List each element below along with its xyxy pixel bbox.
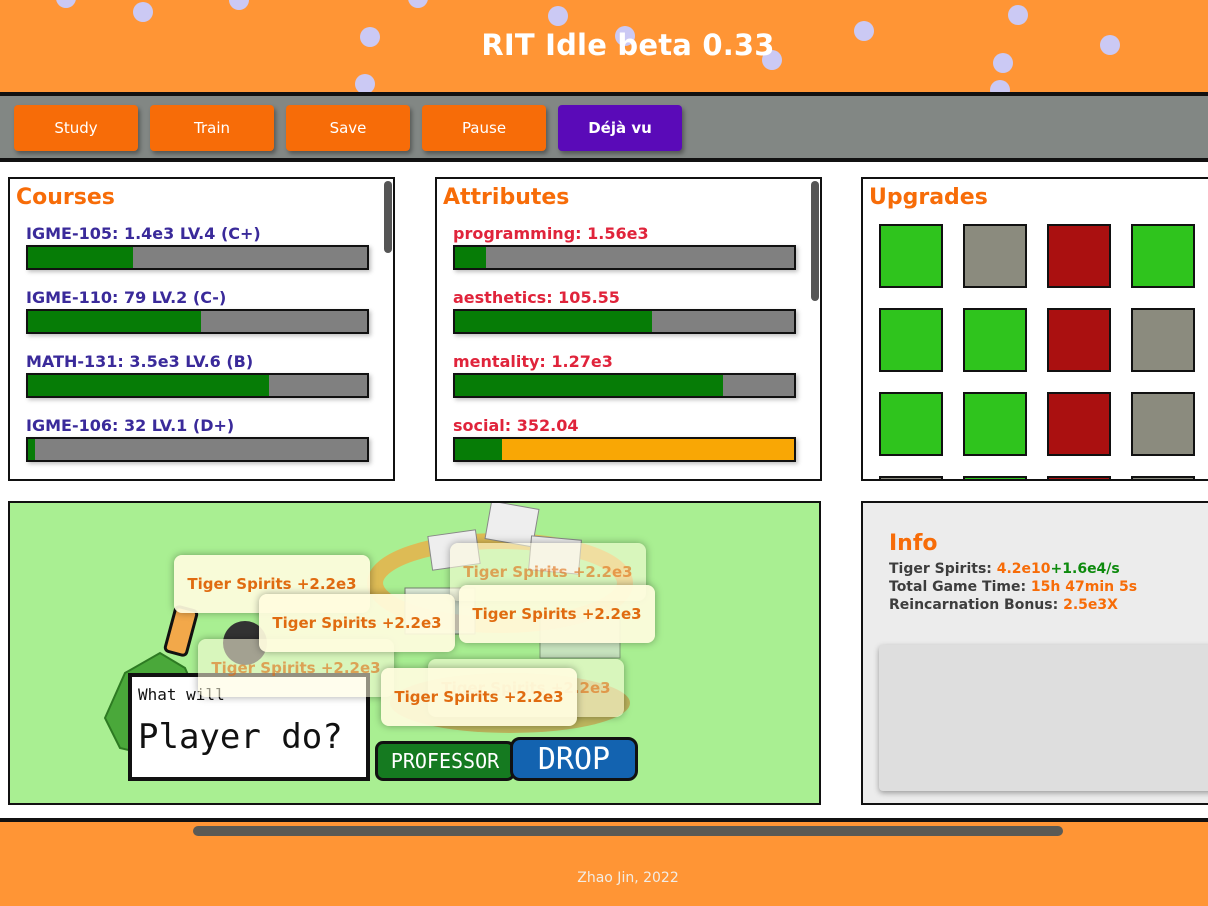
- progress-fill: [28, 375, 269, 396]
- reward-popup: Tiger Spirits +2.2e3: [381, 668, 577, 726]
- tiger-spirits-line: Tiger Spirits: 4.2e10+1.6e4/s: [889, 561, 1120, 577]
- decor-dot: [990, 80, 1010, 92]
- attributes-scrollbar[interactable]: [811, 181, 819, 301]
- upgrade-slot[interactable]: [963, 476, 1027, 479]
- upgrade-slot[interactable]: [1131, 476, 1195, 479]
- attribute-progress-bar: [453, 437, 796, 462]
- tiger-spirits-rate: +1.6e4/s: [1050, 561, 1120, 577]
- progress-fill: [455, 247, 486, 268]
- game-area[interactable]: What will Player do? PROFESSOR DROP Tige…: [8, 501, 821, 805]
- reincarnation-value: 2.5e3X: [1063, 597, 1118, 613]
- decor-dot: [408, 0, 428, 8]
- course-label: IGME-105: 1.4e3 LV.4 (C+): [26, 224, 261, 243]
- upgrade-slot[interactable]: [1131, 224, 1195, 288]
- drop-button[interactable]: DROP: [510, 737, 638, 781]
- game-time-line: Total Game Time: 15h 47min 5s: [889, 579, 1137, 595]
- reward-popup: Tiger Spirits +2.2e3: [259, 594, 455, 652]
- tiger-spirits-label: Tiger Spirits:: [889, 561, 992, 577]
- courses-panel[interactable]: Courses IGME-105: 1.4e3 LV.4 (C+) IGME-1…: [8, 177, 395, 481]
- upgrade-slot[interactable]: [1131, 392, 1195, 456]
- info-detail-box: [879, 645, 1208, 791]
- decor-dot: [133, 2, 153, 22]
- upgrade-slot[interactable]: [1047, 476, 1111, 479]
- progress-fill: [28, 311, 201, 332]
- professor-button[interactable]: PROFESSOR: [375, 741, 515, 781]
- toolbar: Study Train Save Pause Déjà vu: [0, 92, 1208, 162]
- course-progress-bar: [26, 309, 369, 334]
- attributes-title: Attributes: [443, 185, 570, 210]
- upgrades-panel[interactable]: Upgrades: [861, 177, 1208, 481]
- courses-title: Courses: [16, 185, 115, 210]
- sign-line-2: Player do?: [138, 717, 343, 757]
- decor-dot: [548, 6, 568, 26]
- progress-fill: [28, 247, 134, 268]
- course-progress-bar: [26, 245, 369, 270]
- upgrade-slot[interactable]: [879, 224, 943, 288]
- attribute-label: social: 352.04: [453, 416, 579, 435]
- footer: Zhao Jin, 2022: [0, 818, 1208, 906]
- save-button[interactable]: Save: [286, 105, 410, 151]
- upgrade-slot[interactable]: [963, 392, 1027, 456]
- upgrade-slot[interactable]: [879, 308, 943, 372]
- upgrade-slot[interactable]: [879, 392, 943, 456]
- attribute-progress-bar: [453, 245, 796, 270]
- attribute-progress-bar: [453, 373, 796, 398]
- decor-dot: [229, 0, 249, 10]
- horizontal-scrollbar[interactable]: [193, 826, 1063, 836]
- upgrade-slot[interactable]: [1047, 308, 1111, 372]
- pause-button[interactable]: Pause: [422, 105, 546, 151]
- attribute-progress-bar: [453, 309, 796, 334]
- decor-dot: [1008, 5, 1028, 25]
- upgrades-title: Upgrades: [869, 185, 988, 210]
- upgrade-slot[interactable]: [1047, 392, 1111, 456]
- attributes-panel[interactable]: Attributes programming: 1.56e3 aesthetic…: [435, 177, 822, 481]
- progress-fill: [455, 375, 723, 396]
- progress-fill: [28, 439, 35, 460]
- courses-scrollbar[interactable]: [384, 181, 392, 253]
- game-time-label: Total Game Time:: [889, 579, 1027, 595]
- deja-vu-button[interactable]: Déjà vu: [558, 105, 682, 151]
- attribute-label: aesthetics: 105.55: [453, 288, 620, 307]
- course-label: IGME-106: 32 LV.1 (D+): [26, 416, 235, 435]
- reward-popup: Tiger Spirits +2.2e3: [459, 585, 655, 643]
- tiger-spirits-value: 4.2e10: [996, 561, 1051, 577]
- decor-dot: [56, 0, 76, 8]
- upgrade-slot[interactable]: [1047, 224, 1111, 288]
- game-time-value: 15h 47min 5s: [1030, 579, 1138, 595]
- upgrade-slot[interactable]: [879, 476, 943, 479]
- page-title: RIT Idle beta 0.33: [481, 28, 775, 62]
- info-title: Info: [889, 531, 938, 556]
- upgrade-slot[interactable]: [1131, 308, 1195, 372]
- course-label: IGME-110: 79 LV.2 (C-): [26, 288, 227, 307]
- course-progress-bar: [26, 437, 369, 462]
- upgrade-slot[interactable]: [963, 224, 1027, 288]
- study-button[interactable]: Study: [14, 105, 138, 151]
- upgrade-slot[interactable]: [963, 308, 1027, 372]
- decor-dot: [355, 74, 375, 92]
- main-area: Courses IGME-105: 1.4e3 LV.4 (C+) IGME-1…: [0, 162, 1208, 818]
- info-panel: Info Tiger Spirits: 4.2e10+1.6e4/s Total…: [861, 501, 1208, 805]
- reincarnation-label: Reincarnation Bonus:: [889, 597, 1059, 613]
- train-button[interactable]: Train: [150, 105, 274, 151]
- header: RIT Idle beta 0.33: [0, 0, 1208, 92]
- course-progress-bar: [26, 373, 369, 398]
- attribute-label: programming: 1.56e3: [453, 224, 649, 243]
- progress-fill: [455, 311, 652, 332]
- attribute-label: mentality: 1.27e3: [453, 352, 613, 371]
- progress-fill: [455, 439, 503, 460]
- course-label: MATH-131: 3.5e3 LV.6 (B): [26, 352, 254, 371]
- footer-credit: Zhao Jin, 2022: [577, 870, 679, 886]
- reincarnation-line: Reincarnation Bonus: 2.5e3X: [889, 597, 1118, 613]
- pencil-icon: [163, 605, 199, 657]
